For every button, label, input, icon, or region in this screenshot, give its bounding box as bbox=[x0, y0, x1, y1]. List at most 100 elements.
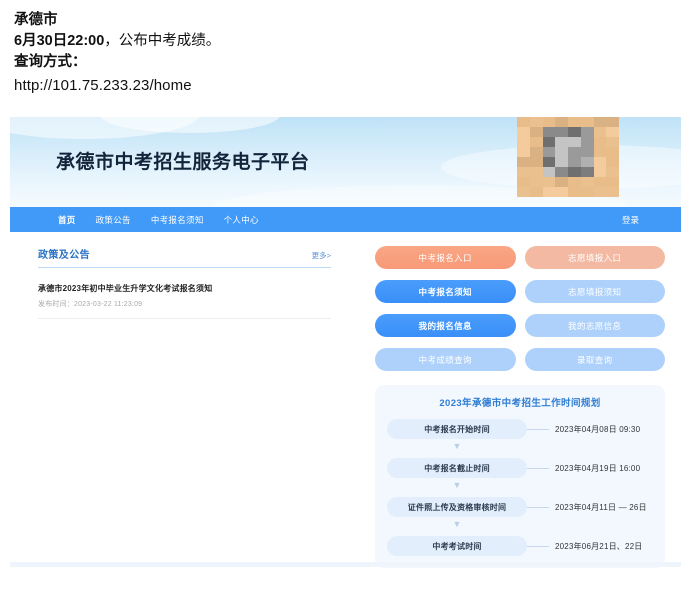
action-button-2[interactable]: 中考报名须知 bbox=[375, 280, 516, 303]
mosaic-pixel bbox=[530, 167, 543, 177]
intro-query-label: 查询方式： bbox=[14, 52, 677, 73]
mosaic-pixel bbox=[606, 127, 619, 137]
mosaic-pixel bbox=[594, 147, 607, 157]
mosaic-pixel bbox=[581, 147, 594, 157]
mosaic-pixel bbox=[543, 187, 556, 197]
action-button-grid: 中考报名入口志愿填报入口中考报名须知志愿填报须知我的报名信息我的志愿信息中考成绩… bbox=[375, 246, 665, 371]
mosaic-pixel bbox=[594, 167, 607, 177]
mosaic-pixel bbox=[581, 127, 594, 137]
mosaic-pixel bbox=[606, 167, 619, 177]
timeline-date: 2023年04月19日 16:00 bbox=[549, 463, 640, 474]
policy-more-link[interactable]: 更多> bbox=[312, 250, 331, 261]
mosaic-pixel bbox=[594, 137, 607, 147]
timeline-connector bbox=[527, 507, 549, 508]
page-content: 政策及公告 更多> 承德市2023年初中毕业生升学文化考试报名须知发布时间：20… bbox=[10, 232, 681, 572]
mosaic-pixel bbox=[555, 177, 568, 187]
mosaic-pixel bbox=[606, 177, 619, 187]
mosaic-pixel bbox=[543, 177, 556, 187]
timeline-title: 2023年承德市中考招生工作时间规划 bbox=[387, 395, 653, 413]
mosaic-pixel bbox=[606, 157, 619, 167]
mosaic-pixel bbox=[581, 177, 594, 187]
policy-news-list: 承德市2023年初中毕业生升学文化考试报名须知发布时间：2023-03-22 1… bbox=[38, 268, 331, 319]
mosaic-pixel bbox=[594, 127, 607, 137]
mosaic-pixel bbox=[568, 157, 581, 167]
nav-item-list: 首页 政策公告 中考报名须知 个人中心 bbox=[58, 214, 622, 226]
mosaic-pixel bbox=[543, 167, 556, 177]
mosaic-pixel bbox=[581, 157, 594, 167]
mosaic-pixel bbox=[568, 147, 581, 157]
nav-item-3[interactable]: 个人中心 bbox=[224, 214, 259, 226]
timeline-connector bbox=[527, 468, 549, 469]
mosaic-pixel bbox=[606, 147, 619, 157]
policy-panel-header: 政策及公告 更多> bbox=[38, 246, 331, 268]
timeline-card: 2023年承德市中考招生工作时间规划 中考报名开始时间 2023年04月08日 0… bbox=[375, 385, 665, 568]
mosaic-pixel bbox=[530, 137, 543, 147]
mosaic-pixel bbox=[530, 157, 543, 167]
policy-panel: 政策及公告 更多> 承德市2023年初中毕业生升学文化考试报名须知发布时间：20… bbox=[38, 246, 343, 572]
action-button-3[interactable]: 志愿填报须知 bbox=[525, 280, 666, 303]
timeline-label: 中考报名开始时间 bbox=[387, 419, 527, 439]
nav-item-2[interactable]: 中考报名须知 bbox=[151, 214, 204, 226]
nav-item-0[interactable]: 首页 bbox=[58, 214, 76, 226]
timeline-arrow-icon: ▼ bbox=[387, 441, 527, 452]
action-button-7[interactable]: 录取查询 bbox=[525, 348, 666, 371]
mosaic-pixel bbox=[517, 187, 530, 197]
mosaic-pixel bbox=[517, 147, 530, 157]
timeline-arrow-icon: ▼ bbox=[387, 519, 527, 530]
action-button-5[interactable]: 我的志愿信息 bbox=[525, 314, 666, 337]
footer-strip bbox=[10, 562, 681, 567]
main-navigation: 首页 政策公告 中考报名须知 个人中心 登录 bbox=[10, 207, 681, 232]
action-button-6[interactable]: 中考成绩查询 bbox=[375, 348, 516, 371]
site-banner: 承德市中考招生服务电子平台 bbox=[10, 117, 681, 207]
mosaic-pixel bbox=[555, 137, 568, 147]
action-button-0[interactable]: 中考报名入口 bbox=[375, 246, 516, 269]
mosaic-pixel bbox=[555, 157, 568, 167]
intro-url[interactable]: http://101.75.233.23/home bbox=[14, 73, 677, 96]
mosaic-pixel bbox=[555, 167, 568, 177]
policy-panel-title: 政策及公告 bbox=[38, 246, 90, 261]
action-button-1[interactable]: 志愿填报入口 bbox=[525, 246, 666, 269]
mosaic-pixel bbox=[555, 147, 568, 157]
mosaic-pixel bbox=[517, 157, 530, 167]
mosaic-pixel bbox=[543, 117, 556, 127]
mosaic-pixel bbox=[568, 127, 581, 137]
mosaic-pixel bbox=[517, 137, 530, 147]
mosaic-pixel bbox=[555, 117, 568, 127]
nav-item-1[interactable]: 政策公告 bbox=[96, 214, 131, 226]
mosaic-pixel bbox=[555, 187, 568, 197]
mosaic-pixel bbox=[543, 137, 556, 147]
intro-announce-line: 6月30日22:00，公布中考成绩。 bbox=[14, 31, 677, 52]
mosaic-pixel bbox=[517, 167, 530, 177]
timeline-row: 中考考试时间2023年06月21日、22日 bbox=[387, 536, 653, 556]
intro-announce-rest: ，公布中考成绩。 bbox=[104, 33, 220, 49]
timeline-arrow-icon: ▼ bbox=[387, 480, 527, 491]
mosaic-pixel bbox=[581, 117, 594, 127]
mosaic-pixel bbox=[543, 127, 556, 137]
mosaic-pixel bbox=[606, 187, 619, 197]
mosaic-pixel bbox=[530, 117, 543, 127]
mosaic-pixel bbox=[568, 117, 581, 127]
mosaic-pixel bbox=[517, 117, 530, 127]
mosaic-pixel bbox=[581, 167, 594, 177]
mosaic-pixel bbox=[606, 117, 619, 127]
website-frame: 承德市中考招生服务电子平台 首页政策公告中考报名须知个人中心 登录 政策及公告 … bbox=[10, 117, 681, 572]
mosaic-pixel bbox=[543, 157, 556, 167]
mosaic-pixel bbox=[606, 137, 619, 147]
mosaic-pixel bbox=[517, 177, 530, 187]
timeline-date: 2023年04月08日 09:30 bbox=[549, 424, 640, 435]
news-item[interactable]: 承德市2023年初中毕业生升学文化考试报名须知发布时间：2023-03-22 1… bbox=[38, 270, 331, 319]
mosaic-pixel bbox=[530, 147, 543, 157]
intro-text-block: 承德市 6月30日22:00，公布中考成绩。 查询方式： http://101.… bbox=[0, 0, 691, 96]
intro-announce-time: 6月30日22:00 bbox=[14, 33, 104, 49]
timeline-connector bbox=[527, 546, 549, 547]
timeline-label: 证件照上传及资格审核时间 bbox=[387, 497, 527, 517]
mosaic-pixel bbox=[581, 137, 594, 147]
login-button[interactable]: 登录 bbox=[622, 214, 639, 226]
mosaic-pixel bbox=[581, 187, 594, 197]
news-time: 发布时间：2023-03-22 11:23:09 bbox=[38, 295, 331, 309]
timeline-row: 中考报名开始时间 2023年04月08日 09:30 bbox=[387, 419, 653, 439]
action-button-4[interactable]: 我的报名信息 bbox=[375, 314, 516, 337]
mosaic-pixel bbox=[517, 127, 530, 137]
mosaic-pixel bbox=[568, 177, 581, 187]
intro-city: 承德市 bbox=[14, 10, 677, 31]
